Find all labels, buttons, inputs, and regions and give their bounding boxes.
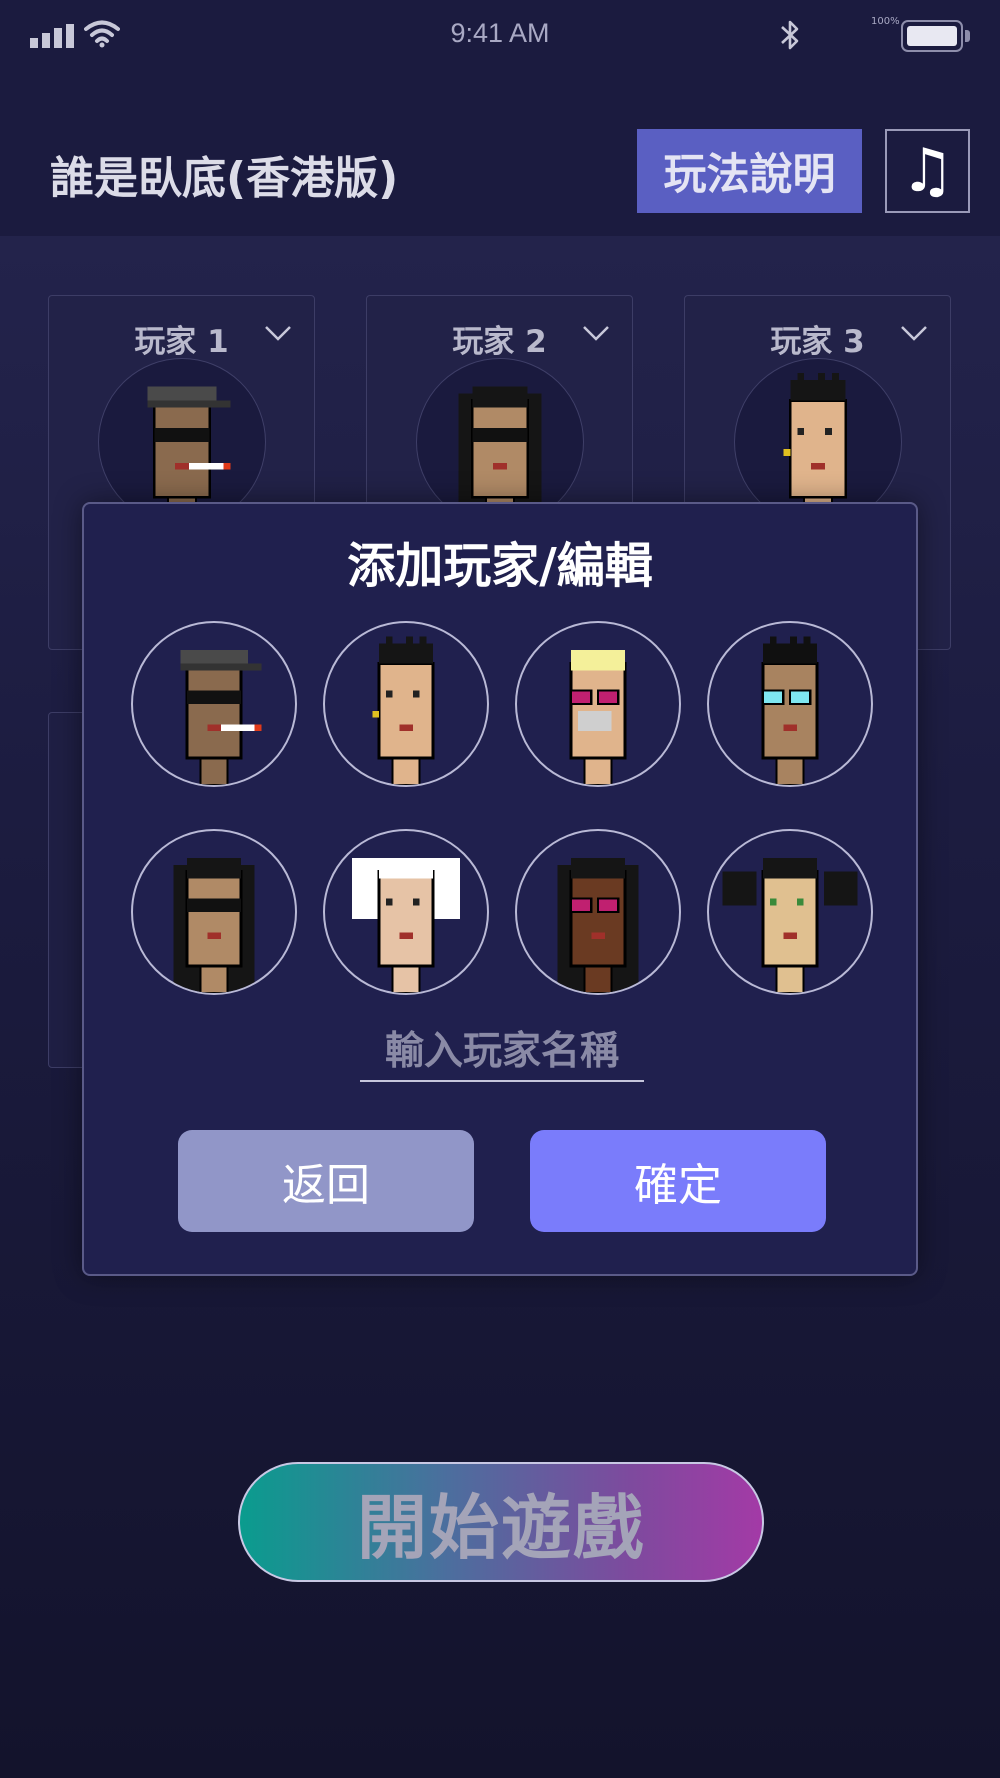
avatar-option-5[interactable] — [131, 829, 297, 995]
start-game-button[interactable]: 開始遊戲 — [238, 1462, 764, 1582]
bluetooth-icon — [781, 20, 799, 50]
status-time: 9:41 AM — [450, 18, 550, 48]
add-player-modal: 添加玩家/編輯 返回 確定 — [82, 502, 918, 1276]
avatar-option-2[interactable] — [323, 621, 489, 787]
app-header: 誰是臥底(香港版) 玩法說明 ♫ — [0, 72, 1000, 236]
player-avatar-1 — [97, 358, 266, 526]
battery-nub — [965, 30, 970, 42]
modal-title: 添加玩家/編輯 — [347, 538, 653, 594]
chevron-down-icon[interactable] — [900, 324, 928, 342]
chevron-down-icon[interactable] — [582, 324, 610, 342]
confirm-button[interactable]: 確定 — [530, 1130, 826, 1232]
status-bar: 9:41 AM 100% — [0, 0, 1000, 72]
player-name-input[interactable] — [360, 1022, 644, 1082]
battery-percent: 100% — [871, 16, 900, 27]
avatar-option-7[interactable] — [515, 829, 681, 995]
app-title: 誰是臥底(香港版) — [50, 153, 399, 204]
avatar-option-3[interactable] — [515, 621, 681, 787]
player-avatar-2 — [415, 358, 584, 526]
avatar-option-4[interactable] — [707, 621, 873, 787]
music-toggle-button[interactable]: ♫ — [885, 129, 970, 213]
avatar-option-8[interactable] — [707, 829, 873, 995]
music-note-icon: ♫ — [900, 136, 955, 206]
back-button[interactable]: 返回 — [178, 1130, 474, 1232]
avatar-option-1[interactable] — [131, 621, 297, 787]
avatar-option-6[interactable] — [323, 829, 489, 995]
help-button[interactable]: 玩法說明 — [637, 129, 862, 213]
battery-icon — [901, 20, 963, 52]
chevron-down-icon[interactable] — [264, 324, 292, 342]
player-avatar-3 — [733, 358, 902, 526]
